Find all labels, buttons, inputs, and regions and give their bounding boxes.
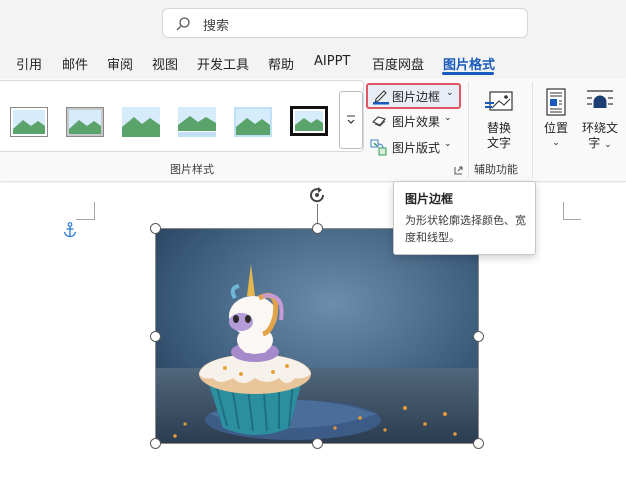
- rotate-icon[interactable]: [306, 184, 328, 206]
- tooltip: 图片边框 为形状轮廓选择颜色、宽度和线型。: [393, 181, 536, 255]
- page-corner-mark: [563, 219, 581, 220]
- position-icon: [546, 88, 566, 116]
- resize-handle-bottom-left[interactable]: [150, 438, 161, 449]
- picture-style-thumb-3[interactable]: [122, 107, 160, 137]
- search-box[interactable]: 搜索: [162, 8, 528, 38]
- group-separator: [532, 82, 533, 178]
- dialog-launcher-icon[interactable]: [454, 166, 463, 175]
- anchor-icon[interactable]: [63, 222, 77, 238]
- picture-style-thumb-4[interactable]: [178, 107, 216, 137]
- picture-style-thumb-6[interactable]: [290, 106, 328, 136]
- accessibility-group-label: 辅助功能: [474, 163, 518, 176]
- wrap-text-icon: [587, 90, 613, 108]
- resize-handle-left[interactable]: [150, 331, 161, 342]
- chevron-down-icon: ⌄: [444, 139, 452, 149]
- picture-style-thumb-5[interactable]: [234, 107, 272, 137]
- picture-style-thumb-2[interactable]: [66, 107, 104, 137]
- group-separator: [468, 82, 469, 178]
- alt-text-label-line1: 替换: [486, 121, 511, 135]
- page-corner-mark: [76, 219, 94, 220]
- tab-developer[interactable]: 开发工具: [197, 54, 249, 73]
- page-corner-mark: [94, 202, 95, 220]
- ribbon-tabs: 引用 邮件 审阅 视图 开发工具 帮助 AIPPT 百度网盘 图片格式: [0, 46, 626, 78]
- picture-layout-icon: [370, 139, 387, 156]
- wrap-text-label-line2: 字 ⌄: [588, 136, 612, 150]
- active-tab-indicator: [442, 72, 494, 75]
- chevron-down-icon: ⌄: [444, 113, 452, 123]
- tooltip-title: 图片边框: [405, 192, 454, 206]
- tab-help[interactable]: 帮助: [268, 54, 294, 73]
- chevron-down-icon: ⌄: [552, 138, 560, 148]
- resize-handle-top-left[interactable]: [150, 223, 161, 234]
- wrap-text-button[interactable]: 环绕文 字 ⌄: [578, 88, 622, 153]
- tab-mailings[interactable]: 邮件: [62, 54, 88, 73]
- position-label: 位置: [543, 121, 568, 135]
- search-placeholder: 搜索: [203, 19, 230, 34]
- resize-handle-right[interactable]: [473, 331, 484, 342]
- picture-border-button[interactable]: 图片边框 ⌄: [366, 83, 461, 109]
- tab-review[interactable]: 审阅: [107, 54, 133, 73]
- picture-effects-icon: [372, 116, 386, 127]
- picture-layout-label: 图片版式: [392, 141, 441, 155]
- picture-style-thumb-1[interactable]: [10, 107, 48, 137]
- picture-layout-button[interactable]: 图片版式 ⌄: [366, 136, 461, 158]
- page-corner-mark: [563, 202, 564, 220]
- picture-styles-gallery: [0, 80, 364, 152]
- picture-effects-label: 图片效果: [392, 115, 441, 129]
- tooltip-body: 为形状轮廓选择颜色、宽度和线型。: [405, 214, 526, 244]
- picture-border-label: 图片边框: [392, 90, 441, 104]
- alt-text-label-line2: 文字: [486, 136, 511, 150]
- alt-text-button[interactable]: 替换 文字: [478, 90, 520, 151]
- tab-view[interactable]: 视图: [152, 54, 178, 73]
- resize-handle-bottom-right[interactable]: [473, 438, 484, 449]
- tab-baidu-netdisk[interactable]: 百度网盘: [372, 54, 424, 73]
- tab-aippt[interactable]: AIPPT: [314, 54, 350, 69]
- resize-handle-bottom[interactable]: [312, 438, 323, 449]
- position-button[interactable]: 位置 ⌄: [538, 88, 574, 151]
- pen-border-icon: [373, 90, 389, 105]
- resize-handle-top[interactable]: [312, 223, 323, 234]
- title-bar: 搜索: [0, 0, 626, 46]
- picture-styles-group-label: 图片样式: [170, 163, 214, 176]
- wrap-text-label-line1: 环绕文: [581, 121, 618, 135]
- chevron-down-icon: ⌄: [446, 88, 454, 98]
- search-icon: [176, 17, 190, 31]
- picture-effects-button[interactable]: 图片效果 ⌄: [366, 110, 461, 132]
- alt-text-icon: [485, 91, 513, 111]
- chevron-down-icon: [347, 115, 355, 124]
- tab-picture-format[interactable]: 图片格式: [443, 54, 495, 73]
- tab-references[interactable]: 引用: [16, 54, 42, 73]
- gallery-more-button[interactable]: [339, 91, 363, 149]
- selection-frame: [155, 228, 479, 444]
